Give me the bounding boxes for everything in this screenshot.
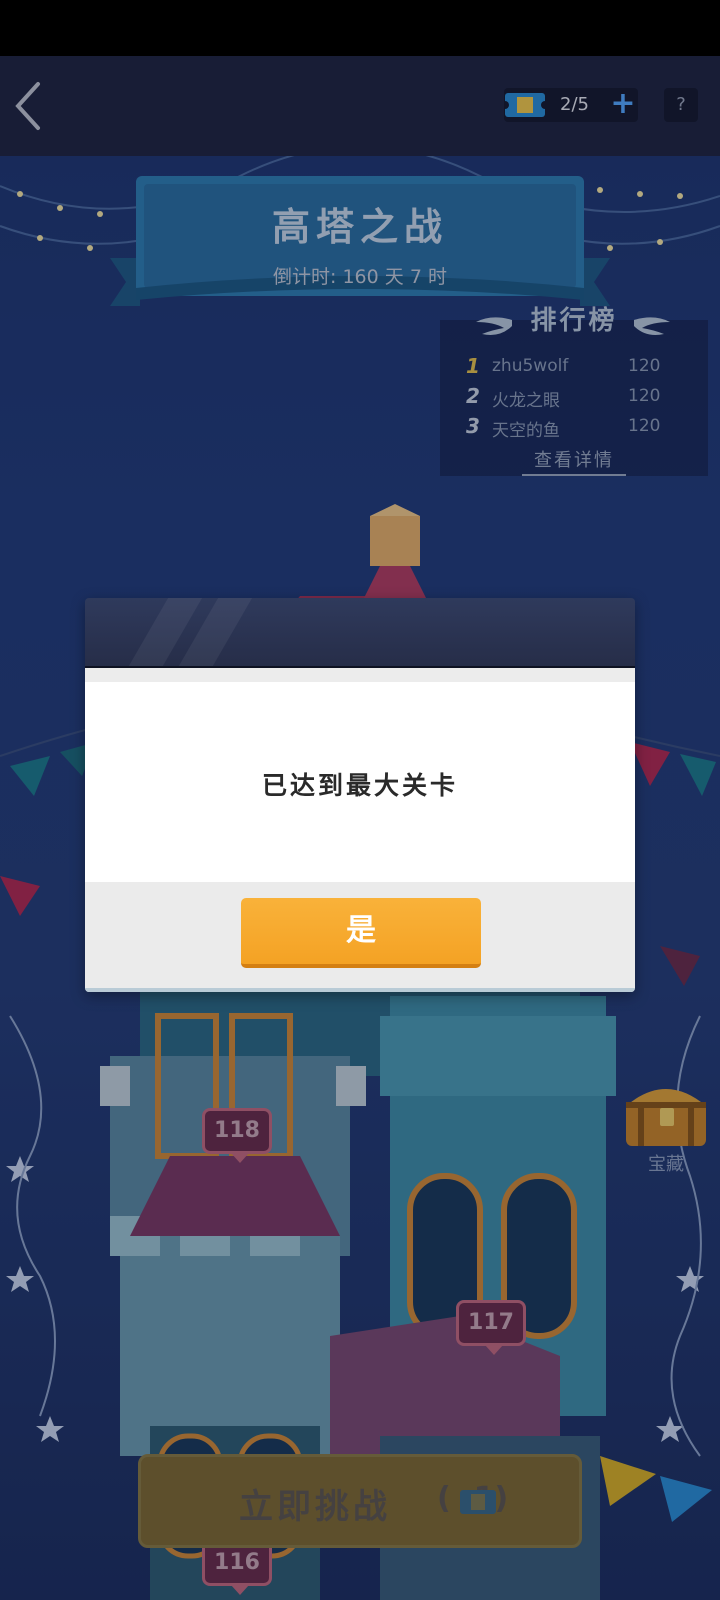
max-level-dialog: 已达到最大关卡 是 bbox=[85, 598, 635, 992]
status-bar bbox=[0, 0, 720, 56]
dialog-message: 已达到最大关卡 bbox=[261, 771, 458, 800]
dialog-footer: 是 bbox=[85, 882, 635, 992]
confirm-button[interactable]: 是 bbox=[241, 898, 481, 968]
dialog-header bbox=[85, 598, 635, 668]
dialog-body: 已达到最大关卡 bbox=[85, 668, 635, 882]
